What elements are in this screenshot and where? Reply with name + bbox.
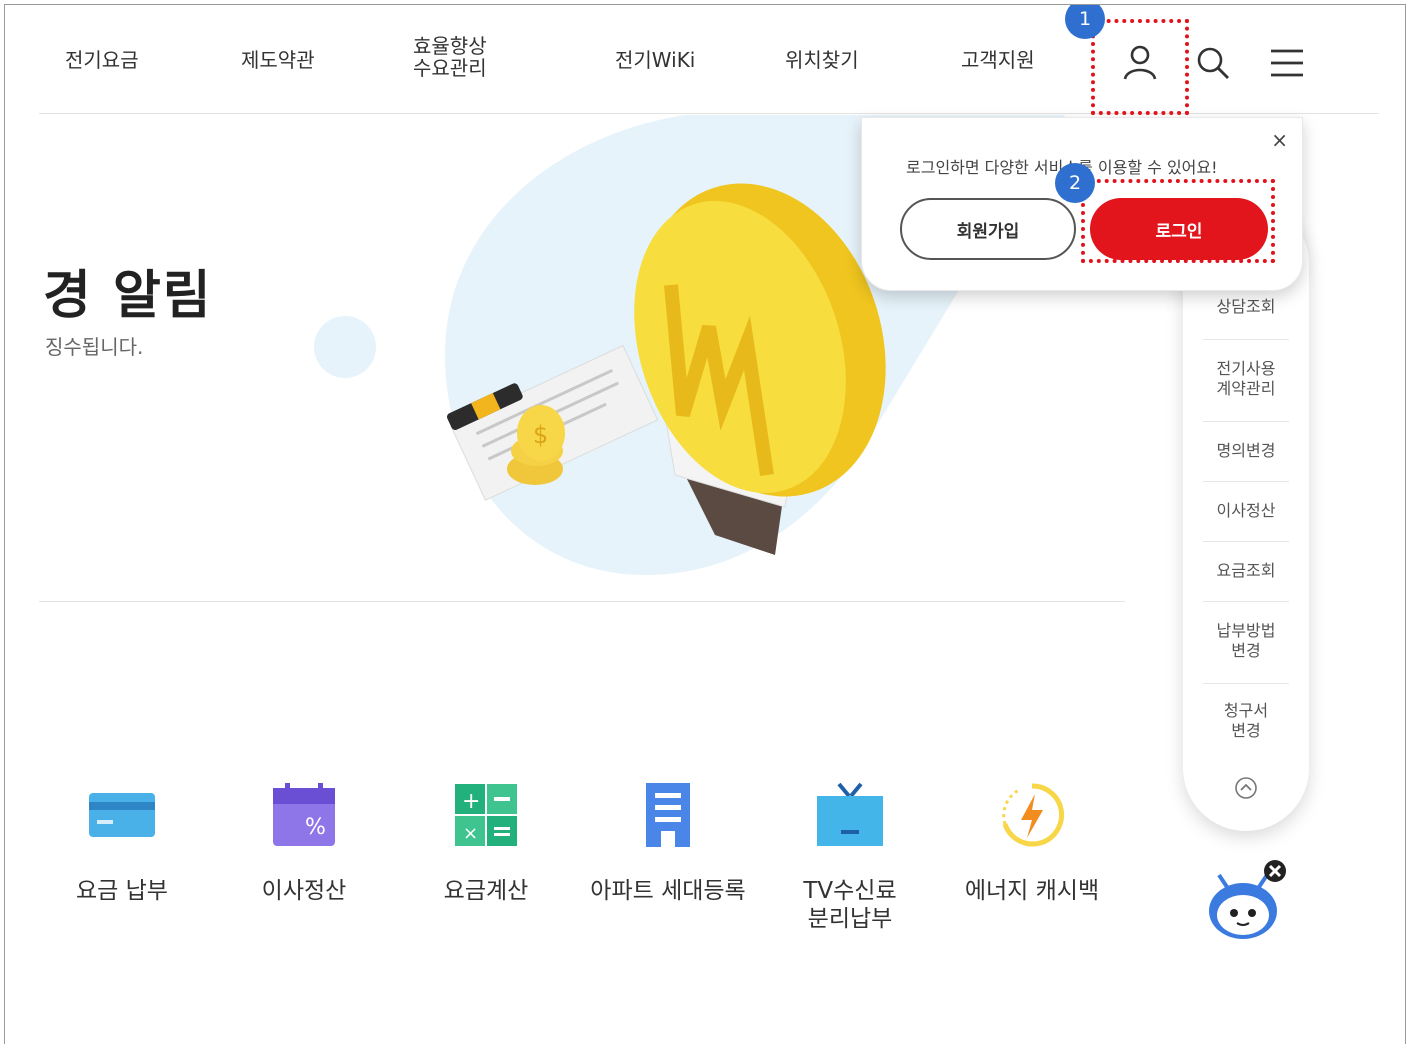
nav-electricity-bill[interactable]: 전기요금 xyxy=(65,49,139,71)
quick-label: 요금 납부 xyxy=(76,878,168,904)
nav-terms[interactable]: 제도약관 xyxy=(241,49,315,71)
scroll-top-icon[interactable] xyxy=(1233,775,1259,801)
popup-close-button[interactable]: × xyxy=(1271,128,1288,152)
sidebar-item-consultation[interactable]: 상담조회 xyxy=(1199,297,1293,317)
svg-text:+: + xyxy=(462,789,480,814)
nav-demand-management[interactable]: 효율향상 수요관리 xyxy=(413,35,487,79)
quick-label: 아파트 세대등록 xyxy=(590,878,746,904)
sidebar-item-payment-method[interactable]: 납부방법 변경 xyxy=(1199,621,1293,661)
energy-cashback-icon xyxy=(992,775,1072,855)
quick-label: TV수신료 분리납부 xyxy=(803,878,897,932)
svg-text:%: % xyxy=(305,815,326,840)
quick-item-move-settlement[interactable]: % 이사정산 xyxy=(219,775,389,905)
sidebar-divider xyxy=(1203,481,1289,482)
svg-text:×: × xyxy=(463,823,478,844)
quick-item-payment[interactable]: 요금 납부 xyxy=(37,775,207,905)
nav-customer-support[interactable]: 고객지원 xyxy=(961,49,1035,71)
hero-subtitle: 징수됩니다. xyxy=(45,335,144,359)
sidebar-divider xyxy=(1203,601,1289,602)
calendar-icon: % xyxy=(264,775,344,855)
search-icon[interactable] xyxy=(1191,41,1235,85)
quick-item-bill-calculation[interactable]: + × 요금계산 xyxy=(401,775,571,905)
quick-label: 이사정산 xyxy=(261,878,347,904)
step-badge-2: 2 xyxy=(1055,163,1095,203)
menu-icon[interactable] xyxy=(1265,41,1309,85)
nav-wiki[interactable]: 전기WiKi xyxy=(615,49,695,71)
sidebar-divider xyxy=(1203,339,1289,340)
chatbot-button[interactable] xyxy=(1201,857,1289,945)
credit-card-icon xyxy=(82,775,162,855)
browser-frame: 전기요금 제도약관 효율향상 수요관리 전기WiKi 위치찾기 고객지원 $ 경… xyxy=(4,4,1406,1044)
quick-label: 요금계산 xyxy=(443,878,529,904)
sidebar-divider xyxy=(1203,683,1289,684)
quick-item-apartment-register[interactable]: 아파트 세대등록 xyxy=(583,775,753,905)
quick-label: 에너지 캐시백 xyxy=(964,878,1100,904)
quick-sidebar: 상담조회 전기사용 계약관리 명의변경 이사정산 요금조회 납부방법 변경 청구… xyxy=(1183,201,1309,831)
sidebar-divider xyxy=(1203,421,1289,422)
callout-login-button xyxy=(1081,179,1275,263)
hero-title: 경 알림 xyxy=(43,266,213,326)
sidebar-item-invoice-change[interactable]: 청구서 변경 xyxy=(1199,701,1293,741)
svg-text:$: $ xyxy=(533,421,548,449)
apartment-icon xyxy=(628,775,708,855)
sidebar-item-name-change[interactable]: 명의변경 xyxy=(1199,441,1293,461)
tv-icon xyxy=(810,775,890,855)
hero-divider xyxy=(39,601,1125,602)
join-button[interactable]: 회원가입 xyxy=(900,198,1076,260)
sidebar-item-bill-inquiry[interactable]: 요금조회 xyxy=(1199,561,1293,581)
quick-item-energy-cashback[interactable]: 에너지 캐시백 xyxy=(947,775,1117,905)
calculator-icon: + × xyxy=(446,775,526,855)
sidebar-item-move-settlement[interactable]: 이사정산 xyxy=(1199,501,1293,521)
nav-location[interactable]: 위치찾기 xyxy=(785,49,859,71)
callout-user-icon xyxy=(1091,19,1189,115)
sidebar-divider xyxy=(1203,541,1289,542)
quick-item-tv-fee[interactable]: TV수신료 분리납부 xyxy=(765,775,935,933)
sidebar-item-contract[interactable]: 전기사용 계약관리 xyxy=(1199,359,1293,399)
